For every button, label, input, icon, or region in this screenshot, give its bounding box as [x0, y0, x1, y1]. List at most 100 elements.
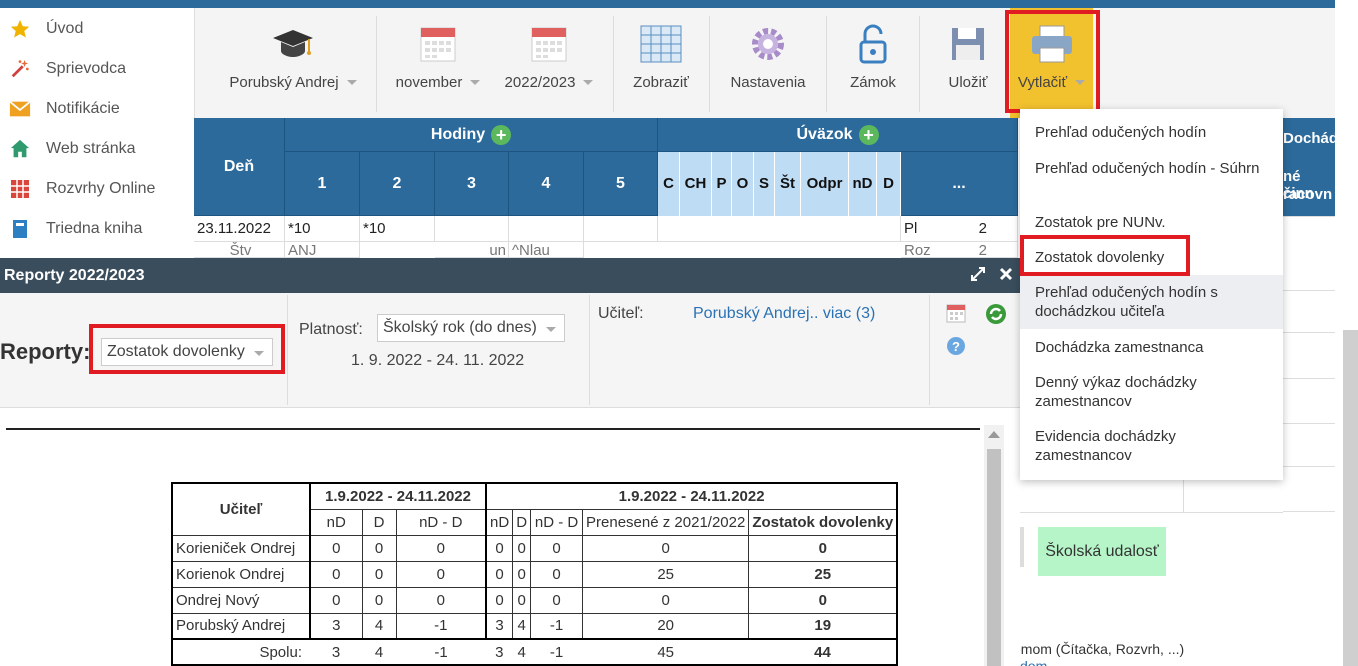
col-header-hour: 4 [509, 152, 584, 216]
table-row: Ondrej Nový 0 0 0 0 0 0 0 0 [171, 586, 898, 614]
code-value: Pl [904, 220, 918, 237]
table-row: Porubský Andrej 3 4 -1 3 4 -1 20 19 [171, 612, 898, 640]
col-header-sub: nD - D [395, 508, 487, 536]
value-cell: 0 [361, 560, 397, 588]
attendance-grid: Deň Hodiny + Úväzok + 1 2 3 4 5 C CH P O S… [194, 118, 1018, 258]
month-selector[interactable]: november [392, 8, 484, 118]
hour-cell[interactable] [584, 216, 658, 242]
reporty-label: Reporty: [0, 339, 91, 364]
menu-item-zostatok-nunv[interactable]: Zostatok pre NUNv. [1035, 213, 1275, 232]
value-cell: 0 [512, 534, 532, 562]
lock-button[interactable]: Zámok [840, 8, 906, 118]
col-header-sub: nD - D [530, 508, 584, 536]
hour-cell[interactable]: ^Nlau [509, 242, 584, 258]
toolbar-separator [613, 16, 614, 112]
close-icon[interactable] [998, 266, 1014, 287]
balance-cell: 19 [748, 612, 898, 640]
event-badge[interactable]: Školská udalosť [1038, 527, 1166, 576]
help-icon[interactable]: ? [946, 336, 966, 360]
value-cell: 0 [485, 560, 514, 588]
teacher-name: Porubský Andrej [229, 74, 339, 91]
sidebar-item-triedna-kniha[interactable]: Triedna kniha [8, 215, 142, 243]
envelope-icon [8, 100, 32, 118]
bg-footer-link[interactable]: dom [1020, 658, 1047, 666]
col-header-uvazok: P [712, 152, 732, 216]
col-header-teacher: Učiteľ [171, 482, 311, 536]
report-table: Učiteľ 1.9.2022 - 24.11.2022 1.9.2022 - … [171, 482, 899, 666]
report-scrollbar[interactable] [984, 425, 1004, 666]
code-cell: Roz 2 [901, 242, 1018, 258]
col-header-uvazok: D [877, 152, 901, 216]
platnost-select[interactable]: Školský rok (do dnes) [377, 314, 565, 342]
expand-icon[interactable] [970, 266, 986, 287]
menu-item-prehlad[interactable]: Prehľad odučených hodín [1035, 123, 1275, 142]
value-cell: 0 [395, 534, 487, 562]
hour-cell[interactable]: un [435, 242, 509, 258]
add-hour-icon[interactable]: + [491, 124, 512, 145]
menu-item-prehlad-suhrn[interactable]: Prehľad odučených hodín - Súhrn [1035, 159, 1275, 178]
dialog-header: Reporty 2022/2023 [0, 258, 1020, 293]
year-selector[interactable]: 2022/2023 [499, 8, 599, 118]
bg-divider [1020, 527, 1024, 567]
teacher-selector[interactable]: Porubský Andrej [223, 8, 363, 118]
divider [589, 295, 590, 405]
sidebar: Úvod Sprievodca Notifikácie Web stránka … [0, 8, 194, 258]
table-row: Korienok Ondrej 0 0 0 0 0 0 25 25 [171, 560, 898, 588]
col-header-uvazok: Št [775, 152, 801, 216]
menu-item-evidencia[interactable]: Evidencia dochádzky zamestnancov [1035, 427, 1275, 465]
value-cell: 0 [395, 560, 487, 588]
toolbar-separator [826, 16, 827, 112]
hour-cell[interactable]: *10 [360, 216, 435, 242]
teacher-cell: Porubský Andrej [171, 612, 311, 640]
balance-cell: 25 [748, 560, 898, 588]
bg-divider [1183, 480, 1184, 512]
calendar-icon [418, 24, 458, 68]
value-cell: 0 [361, 534, 397, 562]
sidebar-item-web[interactable]: Web stránka [8, 135, 136, 163]
show-label: Zobraziť [633, 74, 689, 91]
add-uvazok-icon[interactable]: + [858, 124, 879, 145]
page-scrollbar[interactable] [1343, 330, 1358, 666]
sidebar-item-notifikacie[interactable]: Notifikácie [8, 95, 120, 123]
refresh-icon[interactable] [985, 303, 1007, 329]
hour-cell[interactable] [435, 216, 509, 242]
value-cell: 0 [485, 534, 514, 562]
show-button[interactable]: Zobraziť [625, 8, 697, 118]
table-row: Korieniček Ondrej 0 0 0 0 0 0 0 0 [171, 534, 898, 562]
col-header-sub: Prenesené z 2021/2022 [582, 508, 750, 536]
sidebar-item-rozvrhy[interactable]: Rozvrhy Online [8, 175, 155, 203]
chevron-down-icon [546, 327, 556, 332]
balance-cell: 0 [748, 534, 898, 562]
col-header-period: 1.9.2022 - 24.11.2022 [309, 482, 487, 510]
star-icon [8, 18, 32, 40]
value-cell: 0 [530, 560, 584, 588]
col-header-uvazok: CH [680, 152, 712, 216]
ucitel-link[interactable]: Porubský Andrej.. viac (3) [693, 305, 875, 323]
floppy-disk-icon [948, 24, 988, 68]
hour-cell[interactable]: ANJ [285, 242, 360, 258]
sidebar-item-label: Rozvrhy Online [46, 180, 156, 197]
sidebar-item-sprievodca[interactable]: Sprievodca [8, 55, 126, 83]
menu-item-prehlad-dochadzka[interactable]: Prehľad odučených hodín s dochádzkou uči… [1035, 283, 1275, 321]
grid-view-icon [639, 24, 683, 68]
hour-cell[interactable] [509, 216, 584, 242]
save-button[interactable]: Uložiť [935, 8, 1001, 118]
value-cell: 0 [512, 560, 532, 588]
highlight-report-select [89, 324, 285, 374]
print-menu: Prehľad odučených hodín Prehľad odučenýc… [1020, 109, 1283, 480]
sidebar-item-uvod[interactable]: Úvod [8, 15, 83, 43]
uvazok-label: Úväzok [796, 125, 853, 143]
sidebar-item-label: Úvod [46, 20, 84, 37]
col-header-period: 1.9.2022 - 24.11.2022 [484, 482, 898, 510]
report-table-wrap: Učiteľ 1.9.2022 - 24.11.2022 1.9.2022 - … [171, 482, 899, 666]
calendar-icon[interactable] [946, 303, 966, 327]
col-header-uvazok: Odpr [801, 152, 849, 216]
settings-button[interactable]: Nastavenia [721, 8, 815, 118]
menu-item-denny-vykaz[interactable]: Denný výkaz dochádzky zamestnancov [1035, 373, 1275, 411]
menu-item-dochadzka-zamestnanca[interactable]: Dochádzka zamestnanca [1035, 338, 1275, 357]
hour-cell[interactable]: *10 [285, 216, 360, 242]
top-strip [0, 0, 1335, 8]
row-date: 23.11.2022 [194, 216, 285, 242]
col-header-sub: nD [485, 508, 514, 536]
col-header-uvazok: nD [849, 152, 877, 216]
